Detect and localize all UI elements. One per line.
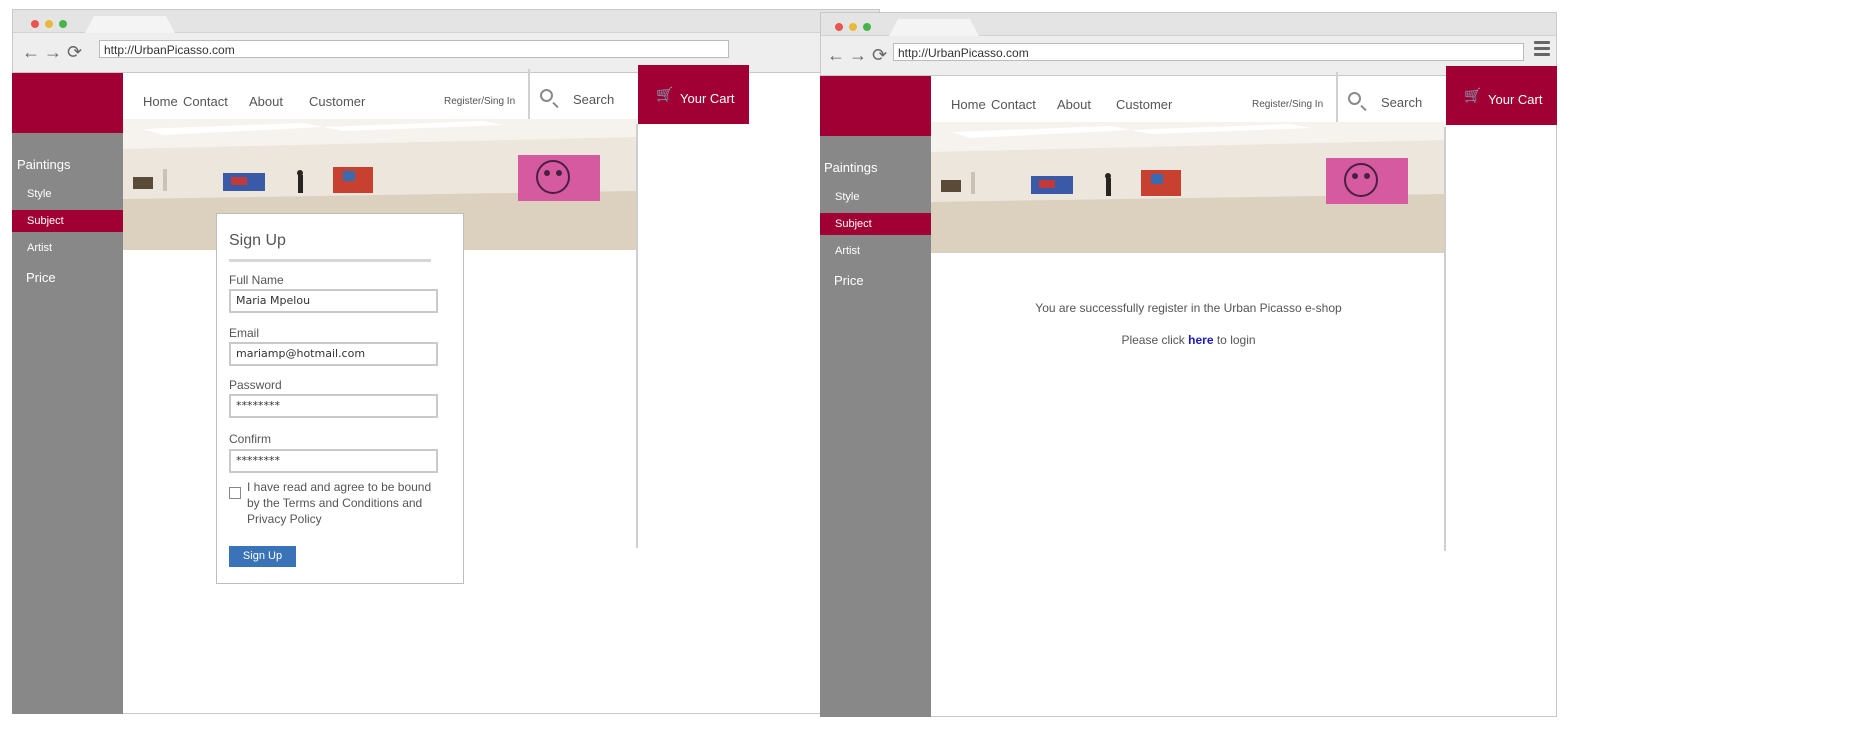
- logo-block[interactable]: [820, 76, 931, 136]
- success-message: You are successfully register in the Urb…: [1035, 301, 1342, 315]
- sidebar-heading-paintings[interactable]: Paintings: [17, 157, 70, 172]
- signup-button[interactable]: Sign Up: [229, 546, 296, 567]
- cart-button[interactable]: 🛒 Your Cart: [1446, 66, 1557, 125]
- search-label[interactable]: Search: [1381, 95, 1422, 110]
- signup-title: Sign Up: [229, 232, 286, 249]
- cart-label: Your Cart: [1488, 92, 1543, 107]
- minimize-dot-icon[interactable]: [849, 23, 857, 31]
- back-arrow-icon[interactable]: ←: [827, 46, 845, 64]
- search-icon[interactable]: [540, 89, 553, 102]
- nav-contact[interactable]: Contact: [991, 97, 1036, 112]
- password-input[interactable]: ********: [229, 394, 438, 418]
- email-label: Email: [229, 326, 260, 340]
- terms-checkbox[interactable]: [229, 487, 241, 499]
- fullname-input[interactable]: Maria Mpelou: [229, 289, 438, 313]
- login-prompt-post: to login: [1213, 333, 1256, 347]
- search-icon[interactable]: [1348, 92, 1361, 105]
- address-bar[interactable]: http://UrbanPicasso.com: [99, 40, 729, 58]
- address-bar[interactable]: http://UrbanPicasso.com: [893, 43, 1524, 61]
- content-frame-right: [636, 124, 638, 548]
- nav-about[interactable]: About: [1057, 97, 1091, 112]
- email-input[interactable]: mariamp@hotmail.com: [229, 342, 438, 366]
- login-prompt: Please click here to login: [931, 333, 1446, 347]
- sidebar-item-artist[interactable]: Artist: [27, 242, 52, 254]
- fullname-label: Full Name: [229, 273, 284, 287]
- back-arrow-icon[interactable]: ←: [22, 43, 40, 61]
- browser-window-signup: ← → ⟳ http://UrbanPicasso.com Paintings …: [12, 9, 880, 714]
- nav-home[interactable]: Home: [143, 94, 178, 109]
- browser-tab[interactable]: [889, 19, 979, 36]
- gallery-hero-image: [931, 122, 1446, 253]
- cart-icon: 🛒: [656, 86, 674, 102]
- sidebar-item-price[interactable]: Price: [26, 270, 56, 285]
- reload-icon[interactable]: ⟳: [67, 43, 82, 61]
- maximize-dot-icon[interactable]: [863, 23, 871, 31]
- sidebar-item-style[interactable]: Style: [835, 191, 859, 203]
- browser-window-success: ← → ⟳ http://UrbanPicasso.com Paintings …: [820, 12, 1688, 717]
- title-divider: [229, 259, 431, 262]
- sidebar-item-subject[interactable]: Subject: [835, 218, 872, 230]
- minimize-dot-icon[interactable]: [45, 20, 53, 28]
- nav-divider: [528, 69, 530, 119]
- password-label: Password: [229, 378, 282, 392]
- nav-register-signin[interactable]: Register/Sing In: [1252, 99, 1323, 110]
- maximize-dot-icon[interactable]: [59, 20, 67, 28]
- nav-about[interactable]: About: [249, 94, 283, 109]
- nav-divider: [1336, 72, 1338, 122]
- reload-icon[interactable]: ⟳: [872, 46, 887, 64]
- nav-contact[interactable]: Contact: [183, 94, 228, 109]
- terms-label: I have read and agree to be bound by the…: [247, 480, 432, 526]
- forward-arrow-icon[interactable]: →: [44, 43, 62, 61]
- nav-customer[interactable]: Customer: [309, 94, 365, 109]
- sidebar-item-style[interactable]: Style: [27, 188, 51, 200]
- sidebar: Paintings Style Subject Artist Price: [820, 136, 931, 717]
- cart-label: Your Cart: [680, 91, 735, 106]
- nav-home[interactable]: Home: [951, 97, 986, 112]
- cart-button[interactable]: 🛒 Your Cart: [638, 65, 749, 124]
- confirm-input[interactable]: ********: [229, 449, 438, 473]
- login-prompt-pre: Please click: [1121, 333, 1189, 347]
- close-dot-icon[interactable]: [835, 23, 843, 31]
- sidebar-item-artist[interactable]: Artist: [835, 245, 860, 257]
- close-dot-icon[interactable]: [31, 20, 39, 28]
- forward-arrow-icon[interactable]: →: [849, 46, 867, 64]
- logo-block[interactable]: [12, 73, 123, 133]
- nav-customer[interactable]: Customer: [1116, 97, 1172, 112]
- browser-chrome: ← → ⟳ http://UrbanPicasso.com: [12, 9, 880, 73]
- menu-hamburger-icon[interactable]: [1534, 41, 1550, 59]
- sidebar-item-price[interactable]: Price: [834, 273, 864, 288]
- signup-card: Sign Up Full Name Maria Mpelou Email mar…: [216, 213, 464, 584]
- sidebar: Paintings Style Subject Artist Price: [12, 133, 123, 714]
- sidebar-item-subject[interactable]: Subject: [27, 215, 64, 227]
- search-label[interactable]: Search: [573, 92, 614, 107]
- confirm-label: Confirm: [229, 432, 272, 446]
- nav-register-signin[interactable]: Register/Sing In: [444, 96, 515, 107]
- browser-tab[interactable]: [85, 16, 175, 33]
- sidebar-heading-paintings[interactable]: Paintings: [824, 160, 877, 175]
- login-here-link[interactable]: here: [1188, 333, 1213, 347]
- cart-icon: 🛒: [1464, 87, 1482, 103]
